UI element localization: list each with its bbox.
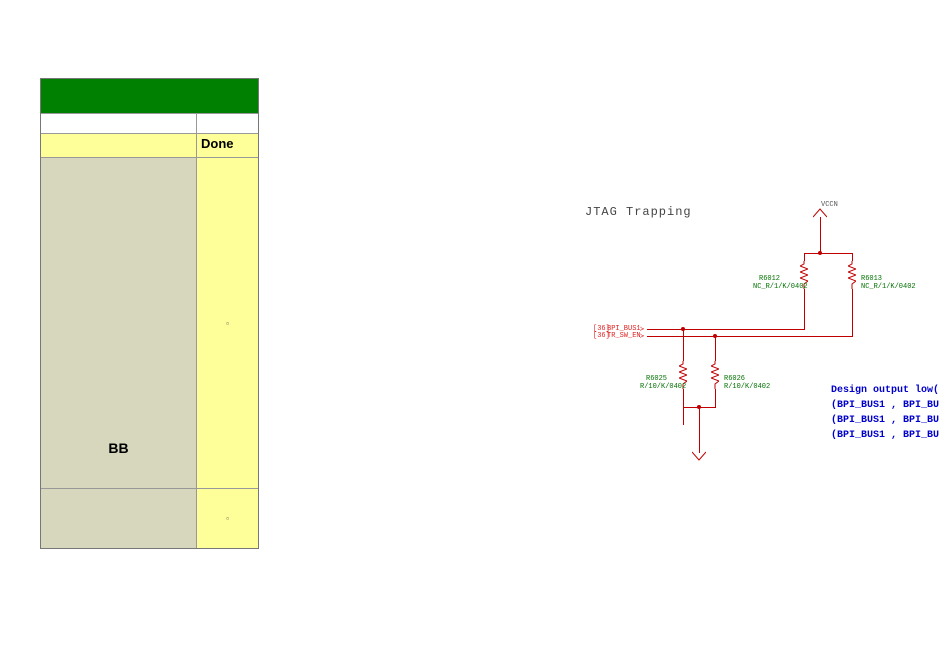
note-line4: (BPI_BUS1 , BPI_BU [831,428,939,443]
schematic: JTAG Trapping VCCN R6012 NC_R/1/K/0402 R… [540,190,945,490]
wire-top-bus [804,253,853,254]
table-row-bottom: ▫ [41,488,258,548]
wire-r4-down [715,389,716,407]
note-line2: (BPI_BUS1 , BPI_BU [831,398,939,413]
junction-n2 [713,334,717,338]
wire-r2-down [852,289,853,336]
wire-net1 [647,329,805,330]
rb-right-cell: ▫ [196,489,258,548]
junction-n1 [681,327,685,331]
done-cell: Done [196,134,258,157]
r6025-ref: R6025 [646,375,667,383]
table-row-done: Done [41,133,258,157]
pin2-bracket: ≻ [640,332,644,341]
note-line1: Design output low( [831,383,939,398]
table-row-blank [41,113,258,133]
r6013-val: NC_R/1/K/0402 [861,283,916,291]
r6012-val: NC_R/1/K/0402 [753,283,808,291]
left-table: Done BB ▫ ▫ [40,78,259,549]
r6012-ref: R6012 [759,275,780,283]
bb-cell: BB [41,158,196,488]
resistor-r6026 [711,361,719,389]
note-block: Design output low( (BPI_BUS1 , BPI_BU (B… [831,383,939,443]
r6026-ref: R6026 [724,375,745,383]
r6013-ref: R6013 [861,275,882,283]
bb-right-cell: ▫ [196,158,258,488]
schematic-title: JTAG Trapping [585,205,692,219]
wire-r1-top [804,253,805,261]
wire-r1-down [804,289,805,329]
r6025-val: R/10/K/0402 [640,383,686,391]
wire-net2 [647,336,853,337]
wire-r2-top [852,253,853,261]
wire-gnd-down [699,407,700,453]
ground-symbol [692,451,706,461]
wire-vcc-down [820,217,821,253]
wire-r4-top [715,336,716,361]
note-line3: (BPI_BUS1 , BPI_BU [831,413,939,428]
table-header-green [41,79,258,113]
table-row-bb: BB ▫ [41,157,258,488]
resistor-r6013 [848,261,856,289]
junction-vcc [818,251,822,255]
pin2-name: TR_SW_EN [607,332,641,340]
junction-gnd [697,405,701,409]
r6026-val: R/10/K/0402 [724,383,770,391]
wire-r3-top [683,329,684,361]
